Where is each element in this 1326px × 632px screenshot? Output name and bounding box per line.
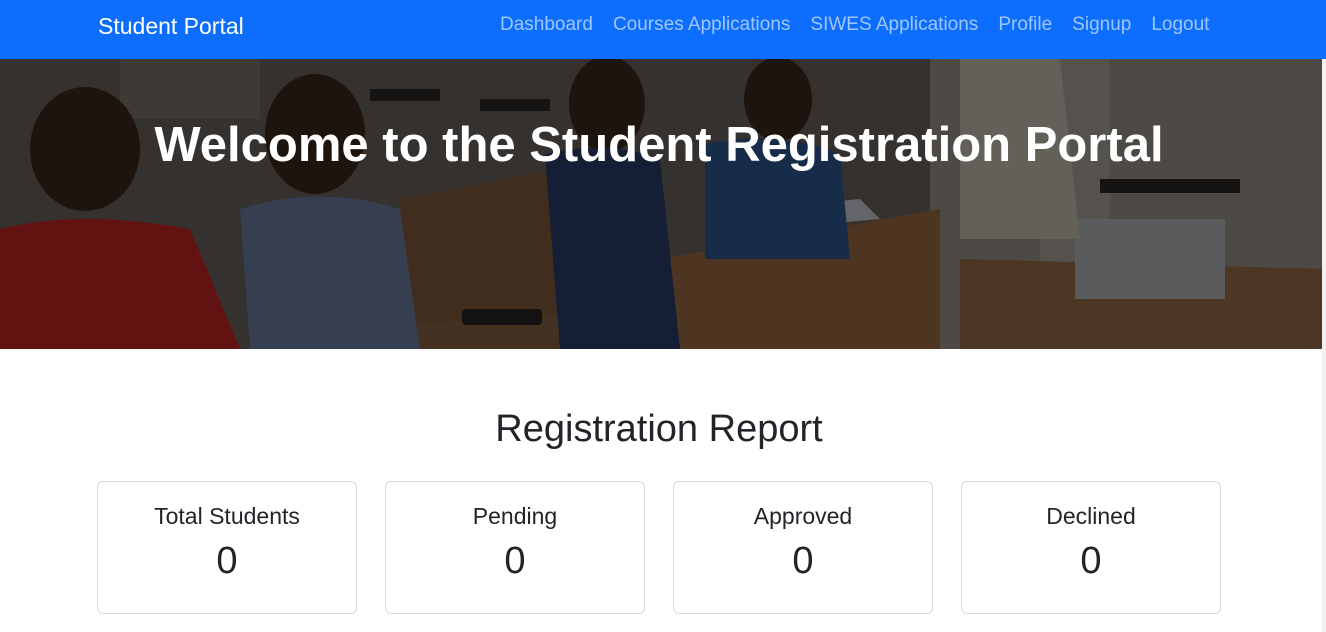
hero-background-image — [0, 59, 1326, 349]
stat-card-value: 0 — [504, 540, 526, 582]
stat-card-declined: Declined 0 — [961, 481, 1221, 614]
stat-card-label: Declined — [1046, 503, 1136, 529]
report-title: Registration Report — [495, 408, 823, 450]
stat-card-label: Total Students — [154, 503, 300, 529]
nav-links: Dashboard Courses Applications SIWES App… — [490, 12, 1219, 38]
nav-link-dashboard[interactable]: Dashboard — [490, 12, 603, 38]
nav-link-profile[interactable]: Profile — [988, 12, 1062, 38]
nav-link-courses-applications[interactable]: Courses Applications — [603, 12, 800, 38]
stat-card-label: Pending — [472, 503, 558, 529]
hero-title: Welcome to the Student Registration Port… — [154, 118, 1164, 172]
stat-card-label: Approved — [753, 503, 853, 529]
hero-banner: Welcome to the Student Registration Port… — [0, 59, 1326, 349]
stat-card-value: 0 — [1080, 540, 1102, 582]
brand-link[interactable]: Student Portal — [98, 12, 244, 40]
navbar: Student Portal Dashboard Courses Applica… — [0, 0, 1326, 59]
nav-link-signup[interactable]: Signup — [1062, 12, 1141, 38]
stat-card-value: 0 — [216, 540, 238, 582]
nav-link-logout[interactable]: Logout — [1141, 12, 1219, 38]
stat-card-total-students: Total Students 0 — [97, 481, 357, 614]
stat-card-approved: Approved 0 — [673, 481, 933, 614]
stat-card-value: 0 — [792, 540, 814, 582]
scrollbar-track[interactable] — [1322, 59, 1326, 632]
stat-card-pending: Pending 0 — [385, 481, 645, 614]
nav-link-siwes-applications[interactable]: SIWES Applications — [800, 12, 988, 38]
